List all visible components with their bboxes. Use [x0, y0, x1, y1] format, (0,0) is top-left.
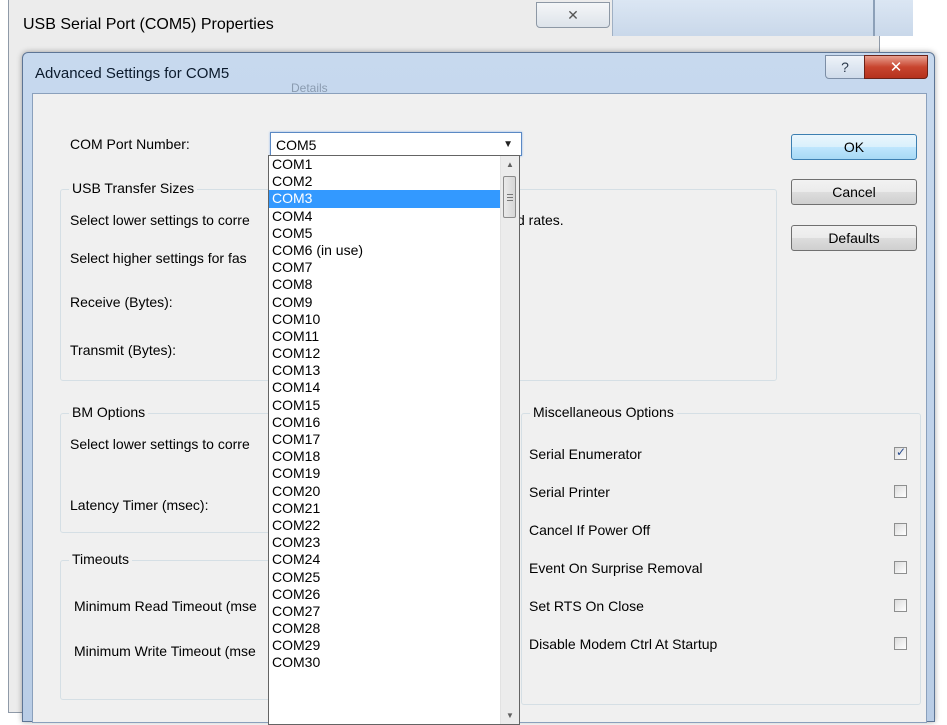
dropdown-option[interactable]: COM2	[269, 173, 501, 190]
close-icon: ✕	[889, 59, 903, 76]
dropdown-scrollbar[interactable]: ▲ ▼	[500, 156, 519, 724]
dropdown-option[interactable]: COM9	[269, 294, 501, 311]
usb-transfer-line1-end: d rates.	[517, 212, 564, 228]
help-icon: ?	[841, 59, 849, 75]
dropdown-option[interactable]: COM23	[269, 534, 501, 551]
dropdown-option[interactable]: COM29	[269, 637, 501, 654]
ok-button[interactable]: OK	[791, 134, 917, 160]
set-rts-on-close-label: Set RTS On Close	[529, 598, 644, 614]
serial-printer-label: Serial Printer	[529, 484, 610, 500]
dropdown-option[interactable]: COM13	[269, 362, 501, 379]
dropdown-option[interactable]: COM10	[269, 311, 501, 328]
dialog-title: Advanced Settings for COM5	[35, 65, 230, 82]
serial-enumerator-label: Serial Enumerator	[529, 446, 642, 462]
dropdown-option[interactable]: COM3	[269, 190, 501, 208]
dropdown-option[interactable]: COM19	[269, 465, 501, 482]
dropdown-option[interactable]: COM8	[269, 276, 501, 293]
com-port-options: COM1 COM2 COM3 COM4 COM5 COM6 (in use) COM7 COM…	[269, 156, 501, 672]
dropdown-option[interactable]: COM14	[269, 379, 501, 396]
scroll-up-icon[interactable]: ▲	[501, 156, 519, 173]
dropdown-option[interactable]: COM6 (in use)	[269, 242, 501, 259]
help-button[interactable]: ?	[825, 55, 865, 79]
scrollbar-thumb[interactable]	[503, 176, 516, 218]
chevron-down-icon: ▼	[503, 139, 513, 150]
dropdown-option[interactable]: COM28	[269, 620, 501, 637]
serial-printer-checkbox[interactable]	[894, 485, 907, 498]
bm-options-line1: Select lower settings to corre	[70, 436, 250, 452]
dropdown-option[interactable]: COM20	[269, 483, 501, 500]
receive-bytes-label: Receive (Bytes):	[70, 294, 173, 310]
disable-modem-ctrl-checkbox[interactable]	[894, 637, 907, 650]
dropdown-option[interactable]: COM21	[269, 500, 501, 517]
background-close-button[interactable]: ✕	[536, 2, 610, 28]
dialog-close-button[interactable]: ✕	[864, 55, 928, 79]
disable-modem-ctrl-label: Disable Modem Ctrl At Startup	[529, 636, 718, 652]
dropdown-option[interactable]: COM1	[269, 156, 501, 173]
dropdown-option[interactable]: COM7	[269, 259, 501, 276]
dropdown-option[interactable]: COM15	[269, 397, 501, 414]
transmit-bytes-label: Transmit (Bytes):	[70, 342, 177, 358]
background-window-frame	[612, 0, 913, 36]
min-read-timeout-label: Minimum Read Timeout (mse	[74, 598, 257, 614]
dropdown-option[interactable]: COM27	[269, 603, 501, 620]
event-on-surprise-removal-checkbox[interactable]	[894, 561, 907, 574]
com-port-combobox[interactable]: COM5 ▼	[270, 132, 522, 156]
usb-transfer-sizes-title: USB Transfer Sizes	[69, 180, 198, 196]
dropdown-option[interactable]: COM4	[269, 208, 501, 225]
dropdown-option[interactable]: COM22	[269, 517, 501, 534]
dropdown-option[interactable]: COM24	[269, 551, 501, 568]
dropdown-option[interactable]: COM25	[269, 569, 501, 586]
set-rts-on-close-checkbox[interactable]	[894, 599, 907, 612]
grip-icon	[507, 194, 513, 195]
serial-enumerator-checkbox[interactable]	[894, 445, 907, 460]
scroll-down-icon[interactable]: ▼	[501, 707, 519, 724]
close-icon: ✕	[567, 6, 579, 23]
usb-transfer-line2: Select higher settings for fas	[70, 250, 247, 266]
dropdown-option[interactable]: COM17	[269, 431, 501, 448]
dropdown-option[interactable]: COM12	[269, 345, 501, 362]
min-write-timeout-label: Minimum Write Timeout (mse	[74, 643, 256, 659]
misc-options-title: Miscellaneous Options	[530, 404, 677, 420]
com-port-value: COM5	[276, 137, 317, 153]
bm-options-title: BM Options	[69, 404, 149, 420]
dropdown-option[interactable]: COM18	[269, 448, 501, 465]
cancel-if-power-off-label: Cancel If Power Off	[529, 522, 651, 538]
timeouts-title: Timeouts	[69, 551, 133, 567]
cancel-button[interactable]: Cancel	[791, 179, 917, 205]
event-on-surprise-removal-label: Event On Surprise Removal	[529, 560, 703, 576]
background-window-title: USB Serial Port (COM5) Properties	[23, 16, 274, 33]
dropdown-option[interactable]: COM5	[269, 225, 501, 242]
dropdown-option[interactable]: COM26	[269, 586, 501, 603]
dropdown-option[interactable]: COM16	[269, 414, 501, 431]
defaults-button[interactable]: Defaults	[791, 225, 917, 251]
com-port-dropdown-list[interactable]: COM1 COM2 COM3 COM4 COM5 COM6 (in use) COM7 COM…	[268, 155, 520, 725]
usb-transfer-line1: Select lower settings to corre	[70, 212, 250, 228]
com-port-label: COM Port Number:	[70, 136, 190, 152]
cancel-if-power-off-checkbox[interactable]	[894, 523, 907, 536]
latency-timer-label: Latency Timer (msec):	[70, 497, 209, 513]
dropdown-option[interactable]: COM30	[269, 654, 501, 671]
dropdown-option[interactable]: COM11	[269, 328, 501, 345]
